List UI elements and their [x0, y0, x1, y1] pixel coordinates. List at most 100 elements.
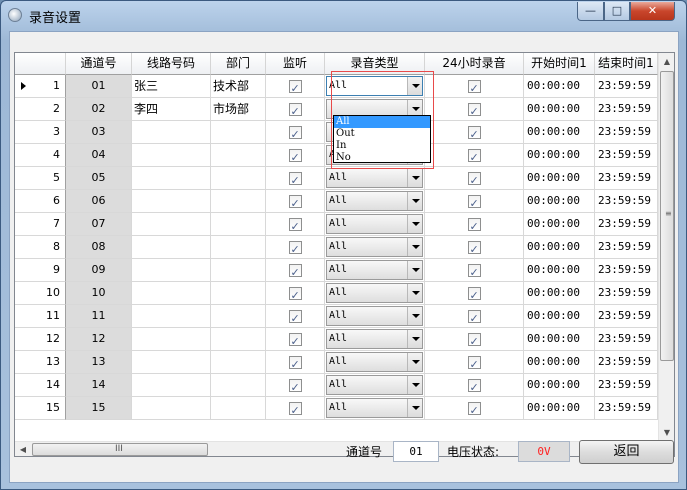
record24-checkbox[interactable]: [467, 170, 481, 189]
end-time-header[interactable]: 结束时间1: [595, 53, 658, 75]
record24-checkbox[interactable]: [467, 354, 481, 373]
dept-header[interactable]: 部门: [211, 53, 266, 75]
minimize-button[interactable]: —: [577, 2, 604, 21]
cell-start[interactable]: 00:00:00: [524, 305, 595, 328]
cell-channel[interactable]: 04: [66, 144, 132, 167]
cell-channel[interactable]: 02: [66, 98, 132, 121]
record24-checkbox[interactable]: [467, 193, 481, 212]
title-bar[interactable]: 录音设置 — □ ✕: [1, 1, 686, 29]
row-header[interactable]: 15: [15, 397, 66, 420]
maximize-button[interactable]: □: [604, 2, 630, 21]
record24-checkbox[interactable]: [467, 216, 481, 235]
row-header[interactable]: 14: [15, 374, 66, 397]
channel-field[interactable]: 01: [393, 441, 439, 462]
cell-line[interactable]: [132, 167, 211, 190]
record-type-combo[interactable]: All: [326, 306, 423, 326]
cell-channel[interactable]: 15: [66, 397, 132, 420]
record24-checkbox[interactable]: [467, 285, 481, 304]
cell-dept[interactable]: [211, 259, 266, 282]
cell-start[interactable]: 00:00:00: [524, 282, 595, 305]
monitor-checkbox[interactable]: [288, 262, 302, 281]
cell-line[interactable]: [132, 213, 211, 236]
cell-start[interactable]: 00:00:00: [524, 259, 595, 282]
cell-start[interactable]: 00:00:00: [524, 98, 595, 121]
dropdown-option-in[interactable]: In: [334, 140, 430, 152]
monitor-checkbox[interactable]: [288, 377, 302, 396]
dropdown-option-out[interactable]: Out: [334, 128, 430, 140]
dropdown-arrow-icon[interactable]: [407, 238, 422, 256]
record-type-combo[interactable]: All: [326, 283, 423, 303]
row-header[interactable]: 10: [15, 282, 66, 305]
cell-dept[interactable]: [211, 144, 266, 167]
cell-dept[interactable]: [211, 282, 266, 305]
row-header[interactable]: 4: [15, 144, 66, 167]
record-type-combo[interactable]: All: [326, 214, 423, 234]
cell-channel[interactable]: 08: [66, 236, 132, 259]
cell-channel[interactable]: 06: [66, 190, 132, 213]
cell-line[interactable]: [132, 328, 211, 351]
dropdown-arrow-icon[interactable]: [407, 169, 422, 187]
cell-start[interactable]: 00:00:00: [524, 121, 595, 144]
cell-line[interactable]: [132, 144, 211, 167]
cell-dept[interactable]: [211, 397, 266, 420]
cell-start[interactable]: 00:00:00: [524, 144, 595, 167]
cell-channel[interactable]: 01: [66, 75, 132, 98]
dropdown-arrow-icon[interactable]: [407, 307, 422, 325]
cell-dept[interactable]: [211, 236, 266, 259]
cell-end[interactable]: 23:59:59: [595, 282, 658, 305]
monitor-checkbox[interactable]: [288, 101, 302, 120]
cell-dept[interactable]: 市场部: [211, 98, 266, 121]
cell-end[interactable]: 23:59:59: [595, 236, 658, 259]
cell-end[interactable]: 23:59:59: [595, 213, 658, 236]
cell-channel[interactable]: 13: [66, 351, 132, 374]
dropdown-arrow-icon[interactable]: [407, 215, 422, 233]
cell-end[interactable]: 23:59:59: [595, 167, 658, 190]
cell-start[interactable]: 00:00:00: [524, 236, 595, 259]
cell-line[interactable]: [132, 236, 211, 259]
scroll-up-button[interactable]: ▲: [659, 53, 674, 70]
monitor-checkbox[interactable]: [288, 239, 302, 258]
cell-line[interactable]: [132, 305, 211, 328]
record24-checkbox[interactable]: [467, 400, 481, 419]
cell-end[interactable]: 23:59:59: [595, 190, 658, 213]
dropdown-arrow-icon[interactable]: [407, 376, 422, 394]
record24-checkbox[interactable]: [467, 331, 481, 350]
cell-start[interactable]: 00:00:00: [524, 213, 595, 236]
record24-header[interactable]: 24小时录音: [425, 53, 524, 75]
cell-end[interactable]: 23:59:59: [595, 374, 658, 397]
row-header[interactable]: 11: [15, 305, 66, 328]
cell-channel[interactable]: 07: [66, 213, 132, 236]
monitor-checkbox[interactable]: [288, 193, 302, 212]
record24-checkbox[interactable]: [467, 308, 481, 327]
scroll-down-button[interactable]: ▼: [659, 424, 674, 441]
dropdown-arrow-icon[interactable]: [407, 77, 422, 95]
cell-channel[interactable]: 11: [66, 305, 132, 328]
dropdown-arrow-icon[interactable]: [407, 330, 422, 348]
cell-end[interactable]: 23:59:59: [595, 259, 658, 282]
monitor-checkbox[interactable]: [288, 285, 302, 304]
row-header[interactable]: 13: [15, 351, 66, 374]
record-type-combo[interactable]: All: [326, 329, 423, 349]
monitor-checkbox[interactable]: [288, 308, 302, 327]
cell-start[interactable]: 00:00:00: [524, 351, 595, 374]
cell-line[interactable]: [132, 282, 211, 305]
row-header[interactable]: 2: [15, 98, 66, 121]
monitor-checkbox[interactable]: [288, 147, 302, 166]
cell-channel[interactable]: 09: [66, 259, 132, 282]
cell-dept[interactable]: [211, 121, 266, 144]
cell-channel[interactable]: 03: [66, 121, 132, 144]
record24-checkbox[interactable]: [467, 78, 481, 97]
cell-line[interactable]: [132, 397, 211, 420]
cell-dept[interactable]: [211, 374, 266, 397]
monitor-checkbox[interactable]: [288, 170, 302, 189]
cell-end[interactable]: 23:59:59: [595, 397, 658, 420]
monitor-checkbox[interactable]: [288, 124, 302, 143]
line-header[interactable]: 线路号码: [132, 53, 211, 75]
row-header[interactable]: 8: [15, 236, 66, 259]
monitor-checkbox[interactable]: [288, 331, 302, 350]
cell-dept[interactable]: [211, 305, 266, 328]
row-header[interactable]: 1: [15, 75, 66, 98]
channel-header[interactable]: 通道号: [66, 53, 132, 75]
scroll-left-button[interactable]: ◀: [15, 442, 31, 456]
record24-checkbox[interactable]: [467, 262, 481, 281]
